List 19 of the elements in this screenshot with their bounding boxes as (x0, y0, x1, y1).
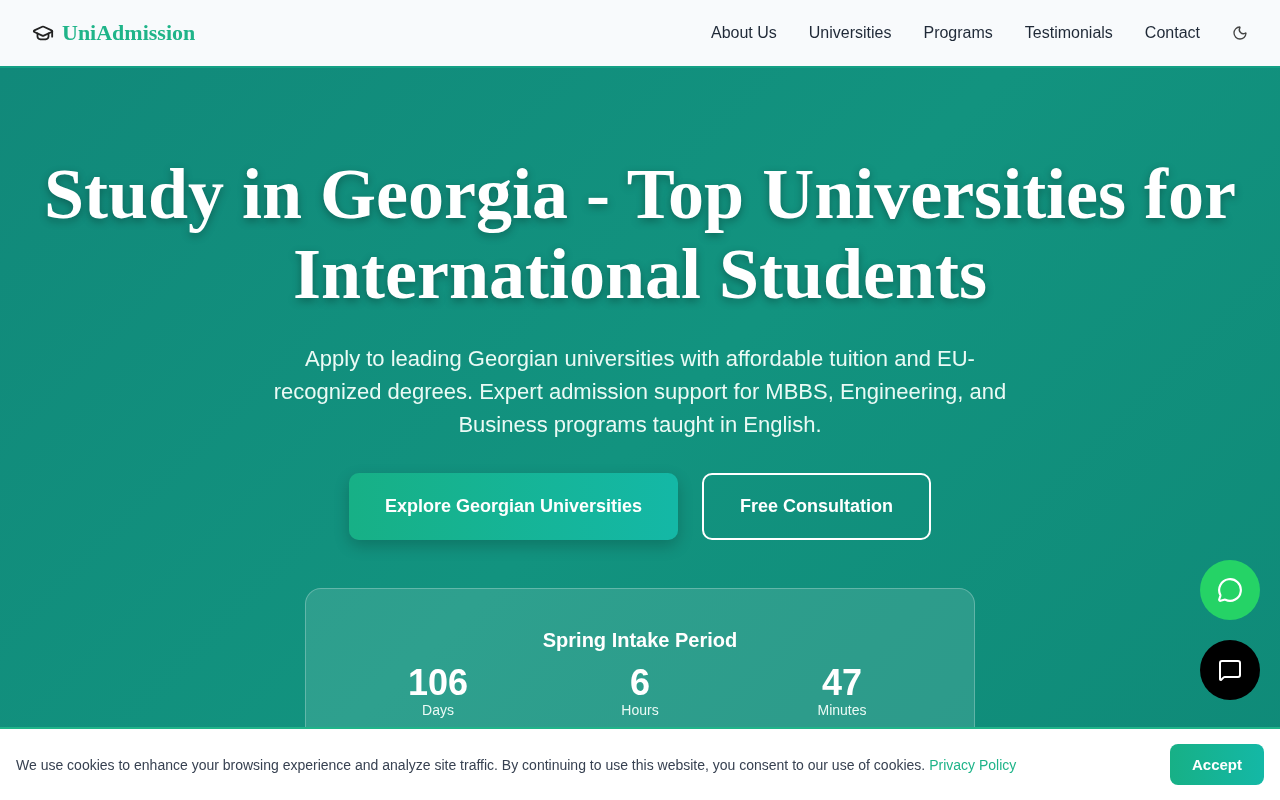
chat-bubble-icon (1217, 577, 1243, 603)
nav-link[interactable]: Testimonials (1024, 24, 1113, 42)
nav-link[interactable]: Universities (808, 24, 892, 42)
cookie-text: We use cookies to enhance your browsing experience and analyze site traffic. By continuing to use this website, you consent to our use of cookies. Privacy Policy (16, 756, 1017, 773)
countdown-title: Spring Intake Period (542, 629, 738, 652)
nav-link[interactable]: About Us (710, 24, 777, 42)
message-icon (1218, 658, 1242, 682)
countdown-value: 6 (630, 664, 650, 702)
countdown-label: Days (422, 702, 454, 718)
consultation-button[interactable]: Free Consultation (702, 473, 932, 540)
countdown-value: 47 (821, 664, 862, 702)
hero-title: Study in Georgia - Top Universities for International Students (42, 154, 1238, 314)
nav-link[interactable]: Contact (1144, 24, 1200, 42)
hero-subtitle: Apply to leading Georgian universities with affordable tuition and EU-recognized degrees. Expert admission support for MBBS, Engineering, and Business programs taught in English. (272, 345, 1008, 439)
countdown-label: Minutes (817, 702, 867, 718)
countdown-label: Hours (621, 702, 659, 718)
nav-link[interactable]: Programs (923, 24, 993, 42)
countdown-value: 106 (407, 664, 469, 702)
moon-icon[interactable] (1232, 25, 1248, 41)
